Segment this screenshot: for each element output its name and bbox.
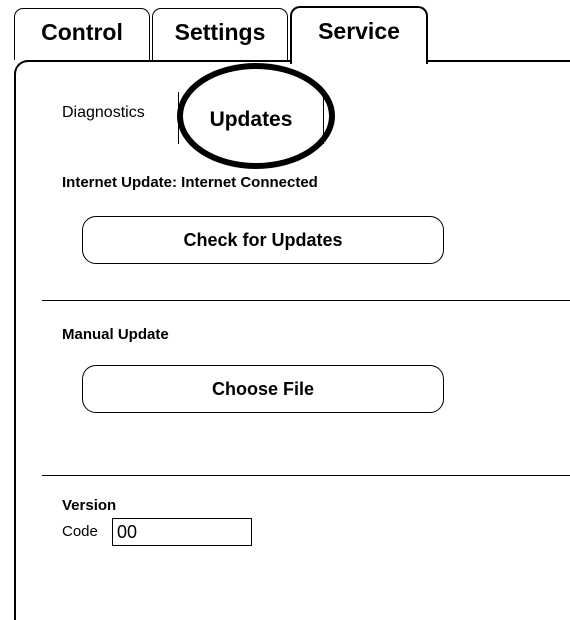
check-updates-button[interactable]: Check for Updates: [82, 216, 444, 264]
tab-service[interactable]: Service: [290, 6, 428, 64]
tab-control-label: Control: [41, 19, 123, 45]
code-input[interactable]: [112, 518, 252, 546]
subtab-updates[interactable]: Updates: [178, 92, 324, 144]
section-divider: [42, 300, 570, 301]
version-heading: Version: [62, 497, 117, 514]
tab-settings[interactable]: Settings: [152, 8, 288, 60]
manual-update-heading: Manual Update: [62, 326, 169, 343]
tab-control[interactable]: Control: [14, 8, 150, 60]
active-tab-joint: [292, 58, 426, 64]
tab-settings-label: Settings: [174, 19, 266, 45]
choose-file-button[interactable]: Choose File: [82, 365, 444, 413]
subtab-diagnostics-label: Diagnostics: [62, 104, 145, 121]
internet-update-status: Internet Update: Internet Connected: [62, 174, 318, 191]
section-divider: [42, 475, 570, 476]
code-label: Code: [62, 523, 98, 540]
subtab-diagnostics[interactable]: Diagnostics: [62, 104, 145, 122]
subtab-updates-label: Updates: [209, 108, 293, 131]
